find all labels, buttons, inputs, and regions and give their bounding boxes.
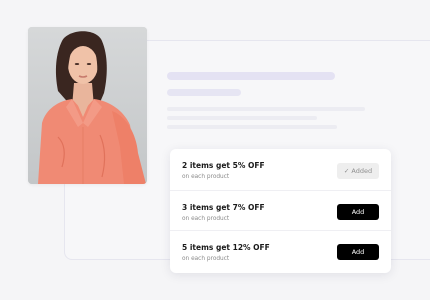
- offer-subtitle: on each product: [182, 216, 230, 222]
- skeleton-title-bar: [167, 72, 335, 80]
- added-button-label: Added: [351, 167, 373, 175]
- check-icon: ✓: [343, 167, 350, 175]
- offer-subtitle: on each product: [182, 256, 230, 262]
- offer-title: 5 items get 12% OFF: [182, 243, 270, 252]
- offer-row: 2 items get 5% OFF on each product ✓ Adde…: [170, 149, 391, 189]
- offer-subtitle: on each product: [182, 174, 230, 180]
- skeleton-text-line: [167, 107, 365, 111]
- product-image: [28, 27, 147, 184]
- add-button[interactable]: Add: [337, 244, 379, 260]
- offer-row: 3 items get 7% OFF on each product Add: [170, 190, 391, 231]
- offer-title: 2 items get 5% OFF: [182, 161, 265, 170]
- skeleton-text-line: [167, 125, 337, 129]
- skeleton-subtitle-bar: [167, 89, 241, 96]
- skeleton-text-line: [167, 116, 317, 120]
- added-button[interactable]: ✓ Added: [337, 163, 379, 179]
- add-button[interactable]: Add: [337, 204, 379, 220]
- bundle-offers-panel: 2 items get 5% OFF on each product ✓ Adde…: [170, 149, 391, 273]
- bundle-offer-screen: 2 items get 5% OFF on each product ✓ Adde…: [0, 0, 430, 300]
- offer-title: 3 items get 7% OFF: [182, 203, 265, 212]
- offer-row: 5 items get 12% OFF on each product Add: [170, 230, 391, 271]
